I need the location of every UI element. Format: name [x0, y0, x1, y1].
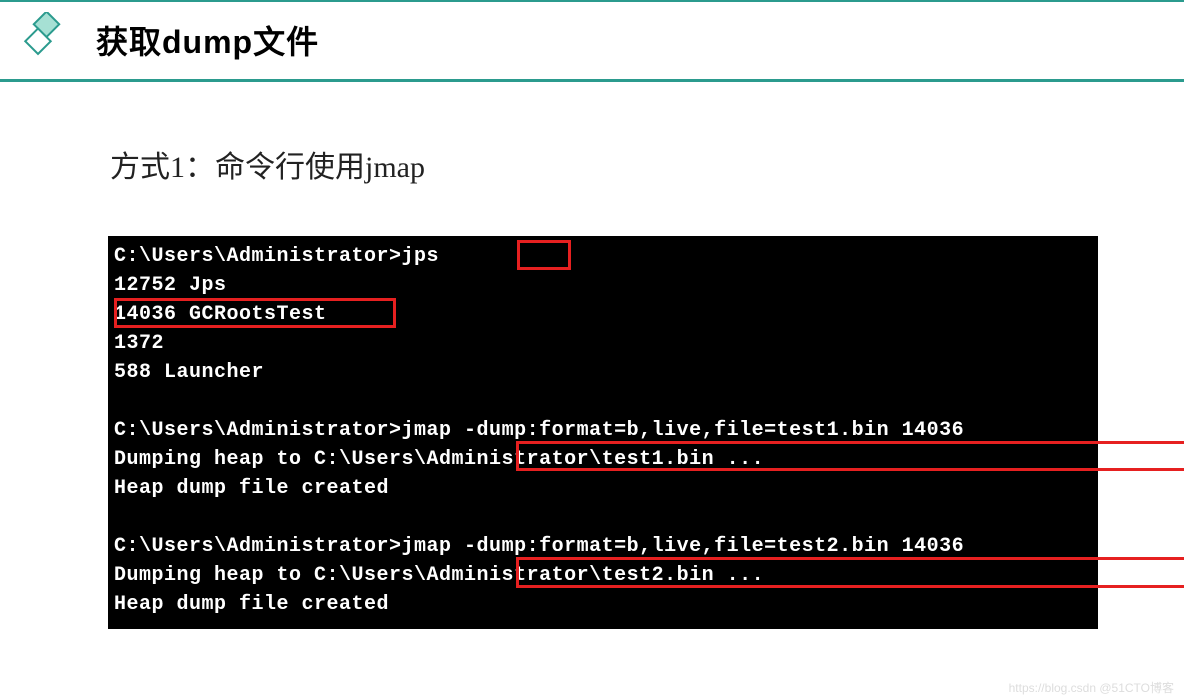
- terminal-output: C:\Users\Administrator>jps 12752 Jps 140…: [108, 236, 1098, 629]
- cmd-jps: jps: [402, 245, 440, 268]
- term-line: Dumping heap to C:\Users\Administrator\t…: [114, 445, 1092, 474]
- term-blank: [114, 503, 1092, 532]
- watermark-text: https://blog.csdn @51CTO博客: [1009, 679, 1174, 696]
- subtitle-text: 方式1：命令行使用jmap: [110, 142, 1184, 186]
- prompt: C:\Users\Administrator>: [114, 535, 402, 558]
- logo-icon: [10, 12, 66, 67]
- term-line: 588 Launcher: [114, 358, 1092, 387]
- term-line: 1372: [114, 329, 1092, 358]
- term-line: 12752 Jps: [114, 271, 1092, 300]
- term-line: C:\Users\Administrator>jmap -dump:format…: [114, 532, 1092, 561]
- term-line: Heap dump file created: [114, 590, 1092, 619]
- term-blank: [114, 387, 1092, 416]
- prompt: C:\Users\Administrator>: [114, 419, 402, 442]
- term-line: Dumping heap to C:\Users\Administrator\t…: [114, 561, 1092, 590]
- term-line-gcroots: 14036 GCRootsTest: [114, 300, 1092, 329]
- cmd-jmap1: jmap -dump:format=b,live,file=test1.bin …: [402, 419, 965, 442]
- term-line: Heap dump file created: [114, 474, 1092, 503]
- term-line: C:\Users\Administrator>jmap -dump:format…: [114, 416, 1092, 445]
- cmd-jmap2: jmap -dump:format=b,live,file=test2.bin …: [402, 535, 965, 558]
- page-title: 获取dump文件: [96, 17, 319, 63]
- prompt: C:\Users\Administrator>: [114, 245, 402, 268]
- header-bar: 获取dump文件: [0, 0, 1184, 82]
- term-line: C:\Users\Administrator>jps: [114, 242, 1092, 271]
